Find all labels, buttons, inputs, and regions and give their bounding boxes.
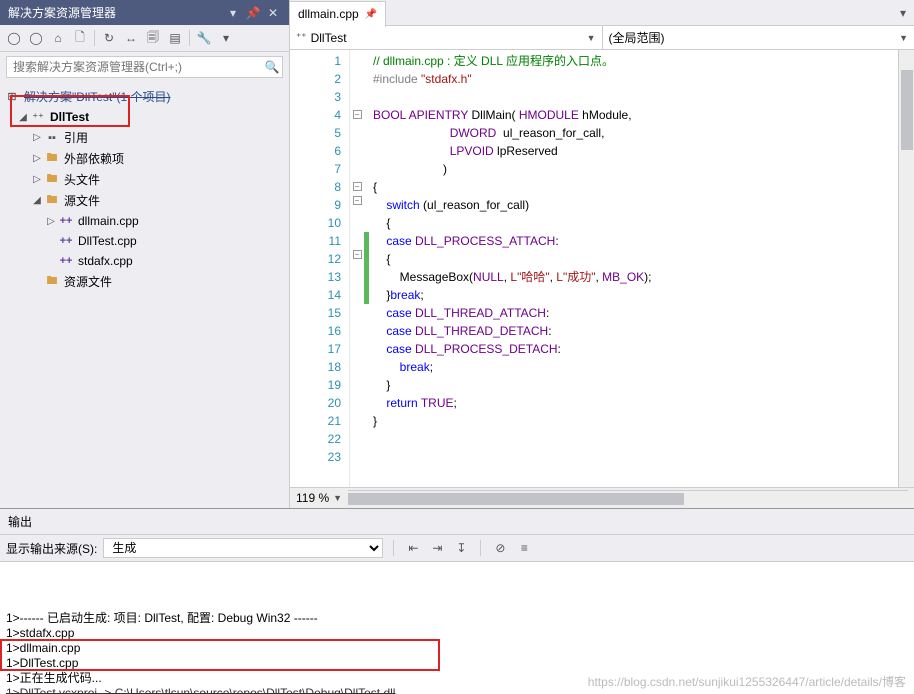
- external-deps-node[interactable]: ▷ 🖿 外部依赖项: [2, 148, 287, 169]
- folding-column: −−−−: [350, 50, 364, 487]
- solution-toolbar: ◯ ◯ ⌂ 🗋 ↻ ↔ 🗐 ▤ 🔧 ▾: [0, 25, 289, 52]
- expander-icon[interactable]: ▷: [44, 216, 58, 227]
- forward-icon[interactable]: ◯: [26, 28, 46, 48]
- refresh-icon[interactable]: ↻: [99, 28, 119, 48]
- source-file[interactable]: ▷ ++ dllmain.cpp: [2, 211, 287, 231]
- show-all-icon[interactable]: 🗐: [143, 28, 163, 48]
- cpp-icon: ++: [58, 213, 74, 229]
- wrap-icon[interactable]: ≡: [515, 539, 533, 557]
- zoom-level[interactable]: 119 %: [296, 491, 329, 505]
- tab-bar: dllmain.cpp 📌 ▾: [290, 0, 914, 26]
- code-text[interactable]: // dllmain.cpp : 定义 DLL 应用程序的入口点。#includ…: [369, 50, 914, 487]
- output-toolbar: 显示输出来源(S): 生成 ⇤ ⇥ ↧ ⊘ ≡: [0, 535, 914, 562]
- code-editor[interactable]: 1234567891011121314151617181920212223 −−…: [290, 50, 914, 487]
- cpp-icon: ++: [58, 233, 74, 249]
- folder-icon: 🖿: [44, 172, 60, 188]
- references-icon: ▪▪: [44, 130, 60, 146]
- solution-tree: ⊞ 解决方案"DllTest"(1 个项目) ◢ ⁺⁺ DllTest ▷ ▪▪…: [0, 82, 289, 508]
- next-icon[interactable]: ↧: [452, 539, 470, 557]
- scrollbar-horizontal[interactable]: [348, 490, 908, 506]
- editor-footer: 119 % ▼: [290, 487, 914, 508]
- panel-title: 解决方案资源管理器: [8, 4, 116, 21]
- output-panel: 输出 显示输出来源(S): 生成 ⇤ ⇥ ↧ ⊘ ≡ 1>------ 已启动生…: [0, 508, 914, 694]
- chevron-down-icon: ▼: [899, 33, 908, 43]
- chevron-down-icon[interactable]: ▼: [333, 493, 342, 503]
- tab-overflow-icon[interactable]: ▾: [900, 6, 914, 20]
- resources-node[interactable]: ▷ 🖿 资源文件: [2, 271, 287, 292]
- folder-icon: 🖿: [44, 274, 60, 290]
- wrench-icon[interactable]: 🔧: [194, 28, 214, 48]
- search-icon[interactable]: 🔍: [262, 60, 282, 74]
- navigation-bar: ⁺⁺ DllTest ▼ (全局范围) ▼: [290, 26, 914, 50]
- panel-title-bar: 解决方案资源管理器 ▾ 📌 ✕: [0, 0, 289, 25]
- sync-icon[interactable]: 🗋: [70, 28, 90, 48]
- headers-node[interactable]: ▷ 🖿 头文件: [2, 169, 287, 190]
- panel-menu-icon[interactable]: ▾: [225, 5, 241, 21]
- more-icon[interactable]: ▾: [216, 28, 236, 48]
- nav-project-combo[interactable]: ⁺⁺ DllTest ▼: [290, 26, 603, 49]
- clear-icon[interactable]: ⊘: [491, 539, 509, 557]
- solution-node[interactable]: ⊞ 解决方案"DllTest"(1 个项目): [2, 86, 287, 107]
- collapse-icon[interactable]: ↔: [121, 28, 141, 48]
- tab-dllmain[interactable]: dllmain.cpp 📌: [290, 1, 386, 27]
- back-icon[interactable]: ◯: [4, 28, 24, 48]
- output-source-select[interactable]: 生成: [103, 538, 383, 558]
- project-node[interactable]: ◢ ⁺⁺ DllTest: [2, 107, 287, 127]
- prev-icon[interactable]: ⇥: [428, 539, 446, 557]
- pin-icon[interactable]: 📌: [365, 9, 377, 20]
- folder-icon: 🖿: [44, 151, 60, 167]
- output-title: 输出: [0, 509, 914, 535]
- solution-icon: ⊞: [4, 89, 20, 105]
- expander-icon[interactable]: ▷: [30, 132, 44, 143]
- line-numbers: 1234567891011121314151617181920212223: [290, 50, 350, 487]
- folder-icon: 🖿: [44, 193, 60, 209]
- sources-node[interactable]: ◢ 🖿 源文件: [2, 190, 287, 211]
- solution-explorer: 解决方案资源管理器 ▾ 📌 ✕ ◯ ◯ ⌂ 🗋 ↻ ↔ 🗐 ▤ 🔧 ▾ 🔍: [0, 0, 290, 508]
- project-icon: ⁺⁺: [30, 109, 46, 125]
- references-node[interactable]: ▷ ▪▪ 引用: [2, 127, 287, 148]
- nav-scope-combo[interactable]: (全局范围) ▼: [603, 26, 914, 49]
- scrollbar-vertical[interactable]: [898, 50, 914, 487]
- watermark: https://blog.csdn.net/sunjikui1255326447…: [588, 673, 906, 690]
- cpp-icon: ++: [58, 253, 74, 269]
- pin-icon[interactable]: 📌: [245, 5, 261, 21]
- search-box[interactable]: 🔍: [6, 56, 283, 78]
- source-file[interactable]: ▷ ++ stdafx.cpp: [2, 251, 287, 271]
- expander-icon[interactable]: ◢: [16, 112, 30, 123]
- chevron-down-icon: ▼: [587, 33, 596, 43]
- properties-icon[interactable]: ▤: [165, 28, 185, 48]
- close-icon[interactable]: ✕: [265, 5, 281, 21]
- search-input[interactable]: [7, 57, 262, 77]
- home-icon[interactable]: ⌂: [48, 28, 68, 48]
- goto-icon[interactable]: ⇤: [404, 539, 422, 557]
- expander-icon[interactable]: ◢: [30, 195, 44, 206]
- project-icon: ⁺⁺: [296, 32, 307, 43]
- expander-icon[interactable]: ▷: [30, 174, 44, 185]
- output-source-label: 显示输出来源(S):: [6, 540, 97, 557]
- expander-icon[interactable]: ▷: [30, 153, 44, 164]
- source-file[interactable]: ▷ ++ DllTest.cpp: [2, 231, 287, 251]
- editor-pane: dllmain.cpp 📌 ▾ ⁺⁺ DllTest ▼ (全局范围) ▼ 12…: [290, 0, 914, 508]
